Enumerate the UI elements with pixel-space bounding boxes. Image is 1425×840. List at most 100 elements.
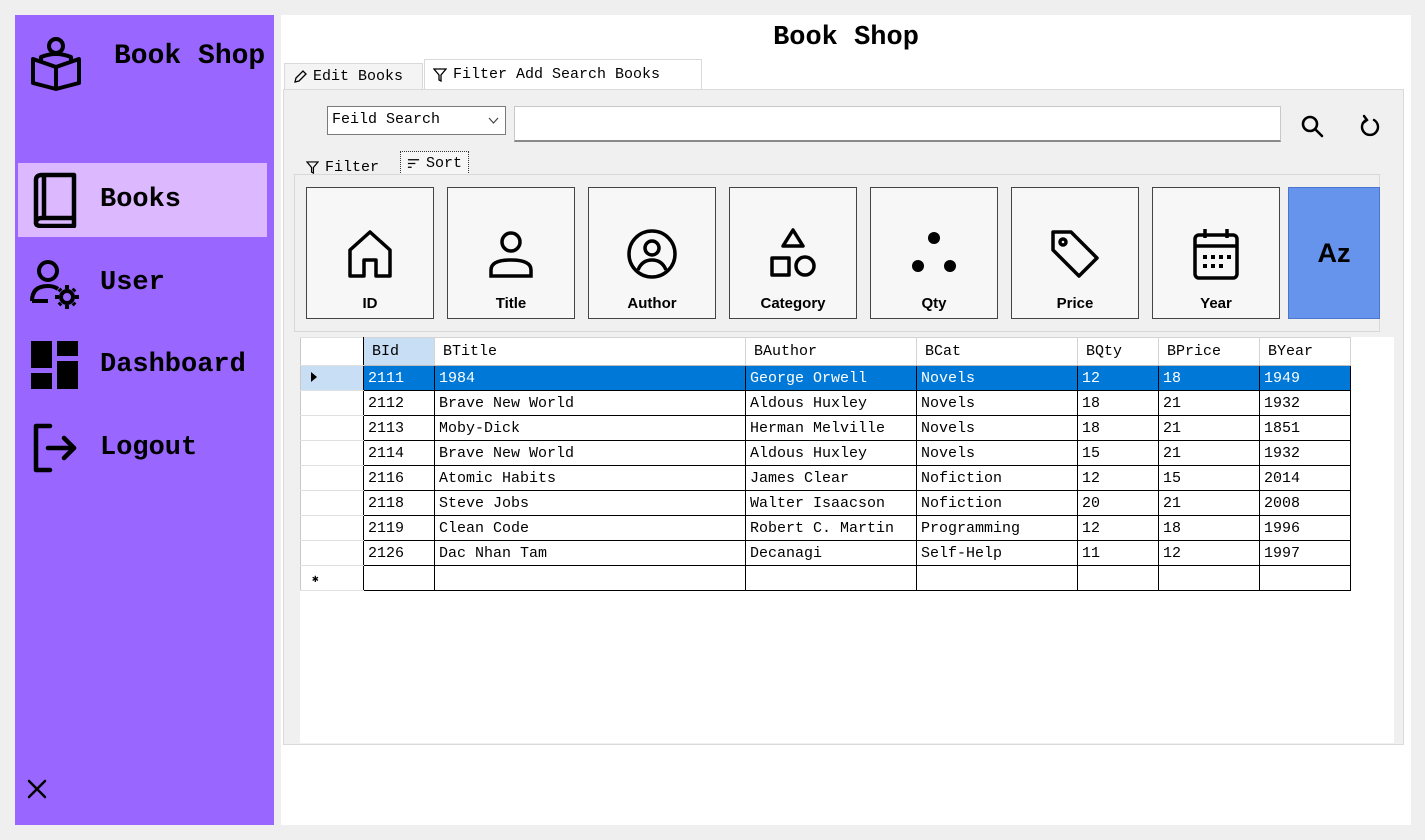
sidebar-item-logout[interactable]: Logout bbox=[18, 411, 267, 485]
table-cell[interactable]: Dac Nhan Tam bbox=[434, 540, 746, 566]
table-cell[interactable]: George Orwell bbox=[745, 365, 917, 391]
sort-by-qty-button[interactable]: Qty bbox=[870, 187, 998, 319]
table-cell[interactable]: 2008 bbox=[1259, 490, 1351, 516]
table-cell[interactable]: 21 bbox=[1158, 440, 1260, 466]
column-header[interactable]: BAuthor bbox=[745, 337, 917, 366]
sidebar-item-books[interactable]: Books bbox=[18, 163, 267, 237]
sort-by-category-button[interactable]: Category bbox=[729, 187, 857, 319]
table-cell[interactable]: Walter Isaacson bbox=[745, 490, 917, 516]
table-cell[interactable]: Novels bbox=[916, 390, 1078, 416]
table-cell[interactable]: Novels bbox=[916, 365, 1078, 391]
table-cell[interactable]: 1996 bbox=[1259, 515, 1351, 541]
table-cell[interactable]: 20 bbox=[1077, 490, 1159, 516]
table-cell[interactable]: Nofiction bbox=[916, 490, 1078, 516]
sort-by-price-button[interactable]: Price bbox=[1011, 187, 1139, 319]
table-cell[interactable]: James Clear bbox=[745, 465, 917, 491]
row-header[interactable] bbox=[300, 540, 364, 566]
table-cell[interactable]: 1851 bbox=[1259, 415, 1351, 441]
table-cell[interactable]: 12 bbox=[1158, 540, 1260, 566]
table-row[interactable]: 2114 Brave New World Aldous Huxley Novels 15… bbox=[300, 440, 1351, 466]
column-header[interactable]: BQty bbox=[1077, 337, 1159, 366]
sort-by-author-button[interactable]: Author bbox=[588, 187, 716, 319]
sort-by-id-button[interactable]: ID bbox=[306, 187, 434, 319]
row-header[interactable] bbox=[300, 515, 364, 541]
table-row[interactable]: 2118 Steve Jobs Walter Isaacson Nofiction 20… bbox=[300, 490, 1351, 516]
column-header[interactable]: BYear bbox=[1259, 337, 1351, 366]
table-cell[interactable]: Novels bbox=[916, 440, 1078, 466]
table-cell[interactable]: 2014 bbox=[1259, 465, 1351, 491]
row-header[interactable] bbox=[300, 440, 364, 466]
table-cell[interactable]: 2113 bbox=[363, 415, 435, 441]
close-icon[interactable] bbox=[25, 777, 49, 801]
table-cell[interactable]: 11 bbox=[1077, 540, 1159, 566]
table-cell[interactable]: 15 bbox=[1077, 440, 1159, 466]
row-header[interactable] bbox=[300, 490, 364, 516]
column-header[interactable]: BPrice bbox=[1158, 337, 1260, 366]
table-cell[interactable]: Robert C. Martin bbox=[745, 515, 917, 541]
table-row[interactable]: 2119 Clean Code Robert C. Martin Programmin… bbox=[300, 515, 1351, 541]
table-row[interactable]: 2113 Moby-Dick Herman Melville Novels 18 21 18… bbox=[300, 415, 1351, 441]
column-header[interactable]: BId bbox=[363, 337, 435, 366]
table-cell[interactable]: 2118 bbox=[363, 490, 435, 516]
sidebar-item-dashboard[interactable]: Dashboard bbox=[18, 328, 267, 402]
table-cell[interactable]: 2112 bbox=[363, 390, 435, 416]
table-cell[interactable]: 1949 bbox=[1259, 365, 1351, 391]
table-cell[interactable]: Moby-Dick bbox=[434, 415, 746, 441]
column-header[interactable]: BTitle bbox=[434, 337, 746, 366]
table-row[interactable]: 2116 Atomic Habits James Clear Nofiction 12 1… bbox=[300, 465, 1351, 491]
table-cell[interactable]: Decanagi bbox=[745, 540, 917, 566]
field-search-select[interactable]: Feild Search bbox=[327, 106, 506, 135]
table-cell[interactable]: 18 bbox=[1158, 365, 1260, 391]
sort-az-button[interactable]: Az bbox=[1288, 187, 1380, 319]
table-cell[interactable]: Aldous Huxley bbox=[745, 440, 917, 466]
table-cell[interactable]: Clean Code bbox=[434, 515, 746, 541]
table-cell[interactable]: Nofiction bbox=[916, 465, 1078, 491]
table-cell[interactable]: 18 bbox=[1077, 390, 1159, 416]
table-cell[interactable]: 21 bbox=[1158, 390, 1260, 416]
table-cell[interactable]: 2111 bbox=[363, 365, 435, 391]
table-cell[interactable] bbox=[745, 565, 917, 591]
sort-by-title-button[interactable]: Title bbox=[447, 187, 575, 319]
search-icon[interactable] bbox=[1300, 114, 1324, 138]
table-cell[interactable]: Self-Help bbox=[916, 540, 1078, 566]
sidebar-item-user[interactable]: User bbox=[18, 246, 267, 320]
table-cell[interactable]: 1984 bbox=[434, 365, 746, 391]
table-cell[interactable]: 18 bbox=[1158, 515, 1260, 541]
table-cell[interactable]: 1997 bbox=[1259, 540, 1351, 566]
row-header[interactable] bbox=[300, 390, 364, 416]
table-cell[interactable]: 1932 bbox=[1259, 440, 1351, 466]
column-header[interactable]: BCat bbox=[916, 337, 1078, 366]
books-grid[interactable]: BId BTitle BAuthor BCat BQty BPrice BYea… bbox=[300, 337, 1394, 743]
table-cell[interactable] bbox=[1077, 565, 1159, 591]
table-cell[interactable] bbox=[1259, 565, 1351, 591]
table-cell[interactable]: 2119 bbox=[363, 515, 435, 541]
table-row[interactable]: 2112 Brave New World Aldous Huxley Novels 18… bbox=[300, 390, 1351, 416]
table-cell[interactable]: 21 bbox=[1158, 415, 1260, 441]
table-cell[interactable]: 18 bbox=[1077, 415, 1159, 441]
table-cell[interactable]: 2116 bbox=[363, 465, 435, 491]
table-cell[interactable] bbox=[916, 565, 1078, 591]
row-header[interactable] bbox=[300, 465, 364, 491]
table-cell[interactable]: Brave New World bbox=[434, 440, 746, 466]
table-cell[interactable]: 12 bbox=[1077, 515, 1159, 541]
table-cell[interactable]: Steve Jobs bbox=[434, 490, 746, 516]
table-cell[interactable]: 15 bbox=[1158, 465, 1260, 491]
table-cell[interactable]: 2114 bbox=[363, 440, 435, 466]
table-row[interactable]: 2111 1984 George Orwell Novels 12 18 1949 bbox=[300, 365, 1351, 391]
refresh-icon[interactable] bbox=[1358, 114, 1382, 138]
table-cell[interactable]: Atomic Habits bbox=[434, 465, 746, 491]
tab-edit-books[interactable]: Edit Books bbox=[284, 63, 423, 89]
table-cell[interactable]: Herman Melville bbox=[745, 415, 917, 441]
row-header[interactable] bbox=[300, 415, 364, 441]
table-cell[interactable]: Brave New World bbox=[434, 390, 746, 416]
tab-filter-add-search-books[interactable]: Filter Add Search Books bbox=[424, 59, 702, 89]
row-header[interactable] bbox=[300, 365, 364, 391]
table-cell[interactable]: Aldous Huxley bbox=[745, 390, 917, 416]
table-cell[interactable]: 21 bbox=[1158, 490, 1260, 516]
subtab-sort[interactable]: Sort bbox=[400, 151, 470, 175]
table-cell[interactable]: 12 bbox=[1077, 365, 1159, 391]
new-row[interactable]: ✱ bbox=[300, 565, 1351, 591]
row-header[interactable]: ✱ bbox=[300, 565, 364, 591]
table-cell[interactable] bbox=[434, 565, 746, 591]
table-cell[interactable] bbox=[363, 565, 435, 591]
